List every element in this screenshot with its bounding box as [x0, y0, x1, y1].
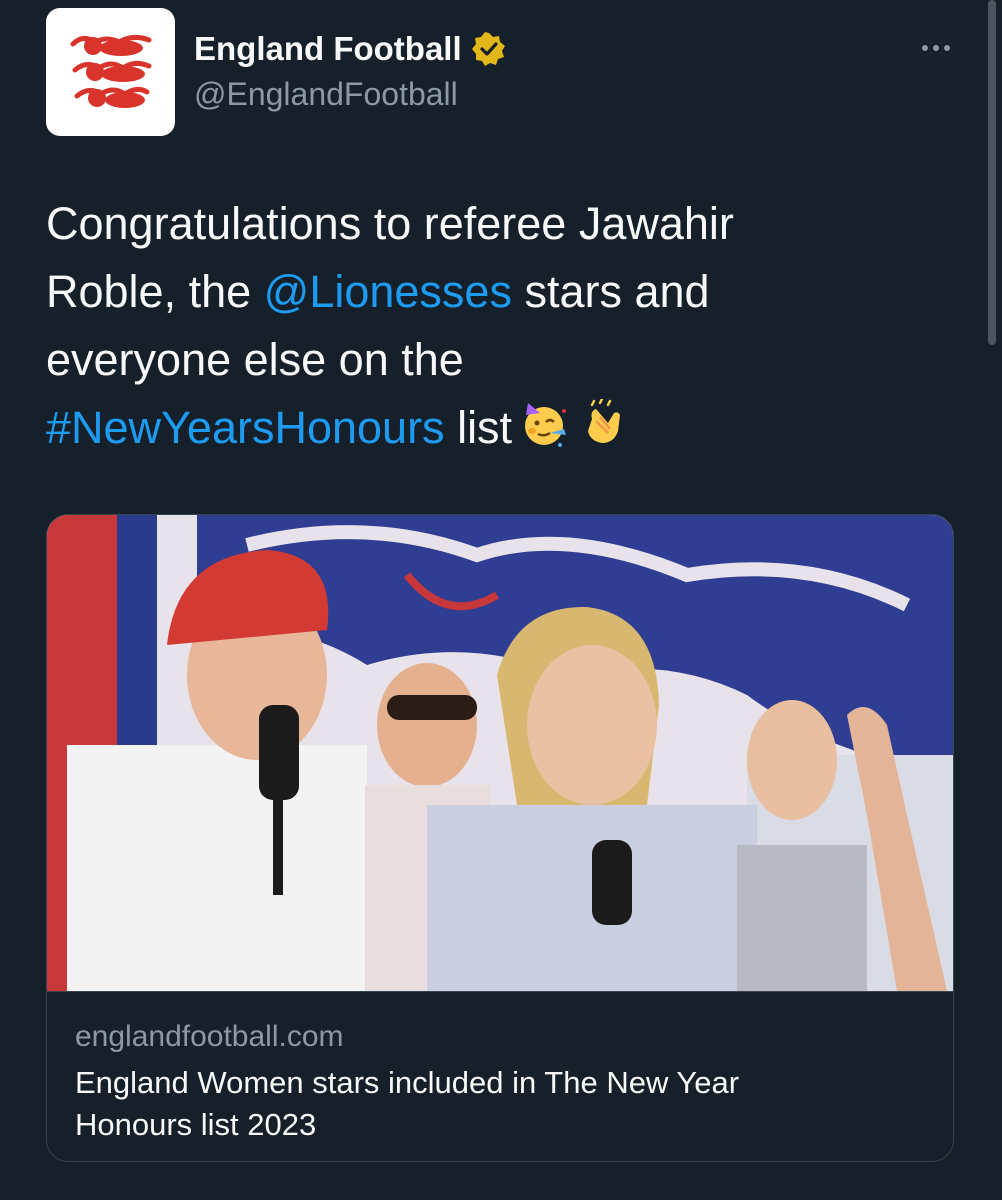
tweet-line: Roble, the @Lionesses stars and	[46, 258, 946, 326]
display-name-row: England Football	[194, 28, 506, 70]
england-women-players-on-stage-photo	[47, 515, 953, 991]
card-title-line: Honours list 2023	[75, 1107, 317, 1142]
author-handle[interactable]: @EnglandFootball	[194, 76, 506, 113]
tweet: England Football @EnglandFootball Congra…	[0, 0, 1002, 1200]
scrollbar[interactable]	[988, 0, 996, 345]
tweet-text-segment: list	[444, 402, 513, 453]
partying-face-icon	[525, 403, 567, 447]
card-domain: englandfootball.com	[75, 1020, 344, 1053]
tweet-text: Congratulations to referee Jawahir Roble…	[46, 190, 946, 462]
verified-badge-icon	[471, 32, 505, 66]
more-options-icon[interactable]	[914, 30, 958, 66]
dot	[922, 45, 928, 51]
author-names: England Football @EnglandFootball	[194, 28, 506, 113]
tweet-text-segment: stars and	[511, 266, 710, 317]
three-lions-crest-icon	[70, 34, 151, 108]
link-preview-card[interactable]: englandfootball.com England Women stars …	[46, 514, 954, 1162]
card-title: England Women stars included in The New …	[75, 1062, 927, 1146]
dot	[933, 45, 939, 51]
tweet-line: #NewYearsHonours list	[46, 394, 946, 462]
tweet-text-segment: Roble, the	[46, 266, 264, 317]
tweet-line: everyone else on the	[46, 334, 464, 385]
dot	[944, 45, 950, 51]
hashtag-link[interactable]: #NewYearsHonours	[46, 402, 445, 453]
card-title-line: England Women stars included in The New …	[75, 1065, 740, 1100]
card-meta: englandfootball.com England Women stars …	[47, 991, 953, 1161]
display-name[interactable]: England Football	[194, 30, 462, 68]
clapping-hands-icon	[588, 399, 621, 443]
author-avatar[interactable]	[46, 8, 175, 136]
tweet-line: Congratulations to referee Jawahir	[46, 198, 734, 249]
mention-link[interactable]: @Lionesses	[264, 266, 512, 317]
